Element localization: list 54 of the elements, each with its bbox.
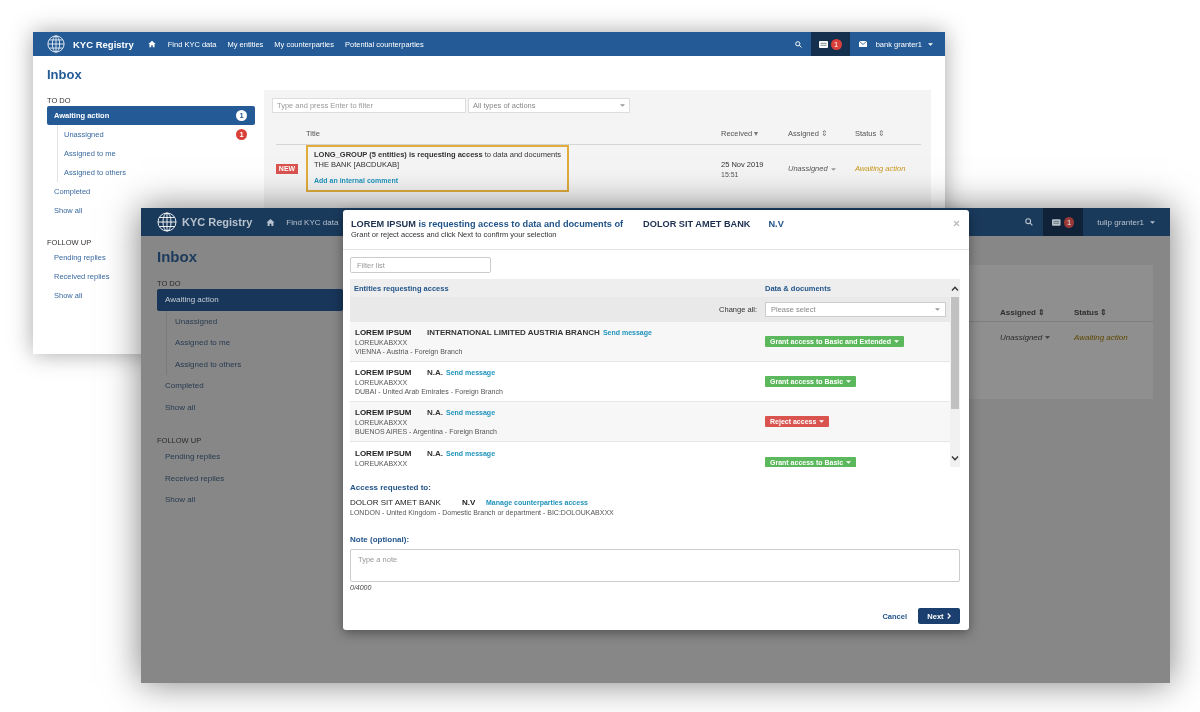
chevron-down-icon[interactable]	[951, 456, 959, 461]
caret-icon	[846, 461, 852, 464]
note-label: Note (optional):	[350, 535, 411, 544]
sidebar-item[interactable]: Completed	[157, 375, 204, 397]
nav-link[interactable]: Find KYC data	[286, 217, 339, 227]
search-icon[interactable]	[794, 40, 802, 48]
app-brand[interactable]: KYC Registry	[73, 38, 134, 50]
caret-icon	[1150, 220, 1155, 224]
entity-name: DOLOR SIT AMET BANK	[643, 219, 751, 229]
sidebar-item[interactable]: Received replies	[157, 467, 225, 489]
scrollbar-thumb[interactable]	[951, 297, 959, 409]
globe-logo-icon	[157, 212, 177, 232]
dialog-title: LOREM IPSUM is requesting access to data and documents of	[351, 219, 624, 229]
section-heading: Access requested to:	[350, 483, 432, 492]
caret-icon	[935, 308, 940, 311]
message-icon[interactable]	[1052, 218, 1061, 226]
entity-name: DOLOR SIT AMET BANK	[350, 498, 442, 507]
sidebar-item[interactable]: Show all	[157, 396, 196, 418]
sidebar-item[interactable]: Unassigned	[167, 310, 218, 332]
user-menu[interactable]: tulip granter1	[1097, 217, 1155, 227]
sidebar-item[interactable]: Show all	[157, 489, 196, 511]
message-icon[interactable]	[818, 40, 828, 48]
entity-suffix: N.V	[462, 498, 477, 507]
status-label: Awaiting action	[1074, 332, 1129, 342]
branch-name: INTERNATIONAL LIMITED AUSTRIA BRANCH	[427, 328, 600, 337]
caret-icon	[620, 104, 625, 107]
caret-icon	[846, 380, 852, 383]
branch-name: N.A.	[427, 449, 443, 458]
sidebar-item[interactable]: Pending replies	[157, 446, 221, 468]
caret-icon	[928, 42, 933, 46]
sidebar-item[interactable]: Awaiting action	[157, 289, 343, 311]
chevron-right-icon	[946, 613, 951, 619]
entity-name: LOREM IPSUM	[355, 408, 413, 417]
page-title: Inbox	[46, 66, 83, 82]
entity-name: LOREM IPSUM	[355, 368, 413, 377]
caret-icon	[830, 167, 836, 171]
envelope-icon[interactable]	[858, 41, 867, 47]
home-icon[interactable]	[147, 40, 156, 48]
home-icon[interactable]	[266, 217, 276, 227]
entity-name: LOREM IPSUM	[355, 328, 413, 337]
caret-icon	[819, 420, 825, 423]
branch-name: N.A.	[427, 408, 443, 417]
entity-name: LOREM IPSUM	[355, 449, 413, 458]
branch-name: N.A.	[427, 368, 443, 377]
sidebar-item[interactable]: Assigned to others	[167, 353, 242, 375]
assignee-dropdown[interactable]: Unassigned	[1000, 332, 1074, 342]
app-brand[interactable]: KYC Registry	[182, 216, 253, 228]
search-icon[interactable]	[1025, 218, 1034, 226]
entity-suffix: N.V	[768, 219, 784, 229]
globe-logo-icon	[47, 35, 65, 53]
caret-icon	[1045, 335, 1051, 339]
caret-icon	[894, 340, 899, 343]
sidebar-item[interactable]: Assigned to me	[167, 332, 231, 354]
chevron-up-icon[interactable]	[951, 285, 959, 291]
